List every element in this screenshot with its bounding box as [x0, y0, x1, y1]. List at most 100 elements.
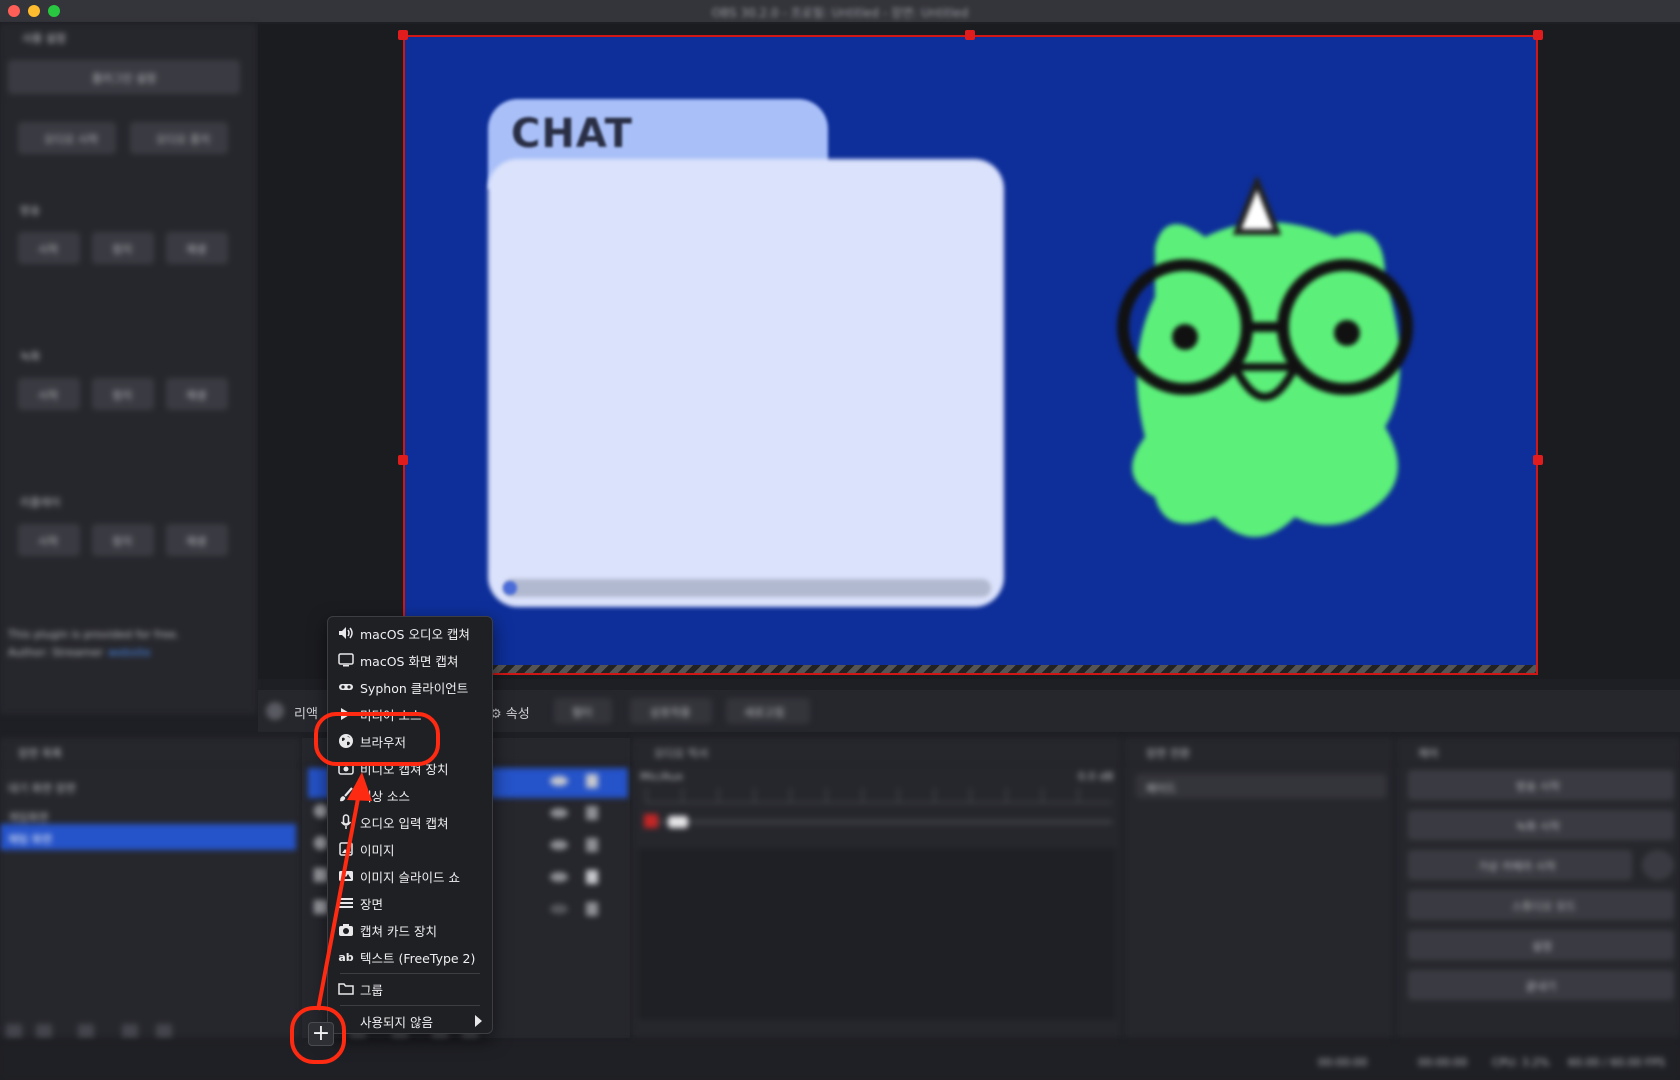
properties-button[interactable]: ⚙ 속성	[490, 703, 530, 722]
menu-item-image[interactable]: 이미지	[332, 836, 488, 862]
settings-button[interactable]: 설정	[1408, 930, 1674, 960]
audio-stop-label: 오디오 중지	[156, 133, 211, 146]
virtual-camera-settings-button[interactable]	[1642, 850, 1674, 880]
menu-item-color-source[interactable]: 색상 소스	[332, 782, 488, 808]
menu-item-browser[interactable]: 브라우저	[332, 728, 488, 754]
image-icon	[332, 842, 360, 856]
scene-remove-button[interactable]	[36, 1024, 52, 1038]
menu-item-label: 텍스트 (FreeType 2)	[360, 950, 476, 966]
replay-start-button[interactable]: 시작	[18, 524, 80, 556]
camera-icon	[332, 761, 360, 775]
replay-play-label: 재생	[186, 535, 207, 548]
mascot-image	[1117, 177, 1413, 537]
broadcast-play-button[interactable]: 재생	[166, 232, 228, 264]
start-recording-button[interactable]: 녹화 시작	[1408, 810, 1674, 840]
preview-canvas[interactable]: CHAT	[403, 35, 1538, 675]
plugin-footer-link[interactable]: website	[108, 646, 151, 659]
source-lock-icon[interactable]	[586, 838, 598, 852]
source-lock-icon[interactable]	[586, 806, 598, 820]
filters-button[interactable]: 필터	[554, 698, 612, 724]
source-toolbar-label: 리액	[294, 707, 318, 722]
scene-move-down-button[interactable]	[156, 1024, 172, 1038]
filters-label: 필터	[572, 706, 593, 719]
source-visibility-eye-icon[interactable]	[550, 872, 568, 882]
record-play-label: 재생	[186, 389, 207, 402]
group-label-record: 녹화	[20, 350, 41, 363]
record-play-button[interactable]: 재생	[166, 378, 228, 410]
record-start-button[interactable]: 시작	[18, 378, 80, 410]
audio-start-label: 오디오 시작	[44, 133, 99, 146]
audio-start-button[interactable]: 오디오 시작	[18, 122, 116, 154]
menu-item-media-source[interactable]: 미디어 소스	[332, 701, 488, 727]
exit-button[interactable]: 끝내기	[1408, 970, 1674, 1000]
audio-volume-slider[interactable]	[646, 820, 1112, 824]
source-visibility-eye-icon[interactable]	[550, 776, 568, 786]
studio-mode-button[interactable]: 스튜디오 모드	[1408, 890, 1674, 920]
source-visibility-eye-icon[interactable]	[550, 840, 568, 850]
transition-select[interactable]: 페이드	[1136, 774, 1386, 798]
source-item[interactable]	[314, 804, 328, 818]
broadcast-start-button[interactable]: 시작	[18, 232, 80, 264]
scene-item[interactable]: 게임화면	[8, 809, 48, 825]
broadcast-stop-button[interactable]: 정지	[92, 232, 154, 264]
scene-filter-button[interactable]	[78, 1024, 94, 1038]
folder-icon	[332, 982, 360, 996]
audio-mixer-dock: 오디오 믹서 Mic/Aux 0.0 dB	[632, 738, 1122, 1038]
menu-item-deprecated[interactable]: 사용되지 않음	[332, 1008, 488, 1034]
status-fps: 60.00 / 60.00 FPS	[1568, 1056, 1666, 1069]
source-lock-icon[interactable]	[586, 774, 598, 788]
interact-button[interactable]: 상호작용	[630, 698, 712, 724]
audio-mute-icon[interactable]	[644, 814, 658, 828]
audio-slider-knob[interactable]	[668, 816, 688, 828]
menu-item-label: macOS 오디오 캡쳐	[360, 626, 470, 642]
scene-item-selected-label: 채팅 화면	[8, 833, 52, 846]
record-start-label: 시작	[38, 389, 59, 402]
source-lock-icon[interactable]	[586, 902, 598, 916]
resize-handle-tr[interactable]	[1533, 30, 1543, 40]
audio-track-name: Mic/Aux	[640, 770, 684, 783]
menu-item-image-slideshow[interactable]: 이미지 슬라이드 쇼	[332, 863, 488, 889]
menu-item-capture-card-device[interactable]: 캡쳐 카드 장치	[332, 917, 488, 943]
start-streaming-button[interactable]: 방송 시작	[1408, 770, 1674, 800]
source-item[interactable]	[314, 836, 328, 850]
resize-handle-mr[interactable]	[1533, 455, 1543, 465]
refresh-button[interactable]: 새로고침	[726, 698, 810, 724]
scene-add-button[interactable]	[6, 1024, 22, 1038]
menu-item-macos-audio-capture[interactable]: macOS 오디오 캡쳐	[332, 620, 488, 646]
menu-item-label: 이미지 슬라이드 쇼	[360, 869, 460, 885]
source-lock-icon[interactable]	[586, 870, 598, 884]
source-visibility-eye-icon[interactable]	[550, 904, 568, 914]
menu-item-text-freetype[interactable]: ab 텍스트 (FreeType 2)	[332, 944, 488, 970]
menu-item-video-capture-device[interactable]: 비디오 캡쳐 장치	[332, 755, 488, 781]
globe-icon	[332, 733, 360, 749]
replay-play-button[interactable]: 재생	[166, 524, 228, 556]
menu-item-macos-screen-capture[interactable]: macOS 화면 캡쳐	[332, 647, 488, 673]
source-item[interactable]	[314, 868, 328, 882]
scene-move-up-button[interactable]	[122, 1024, 138, 1038]
menu-item-scene[interactable]: 장면	[332, 890, 488, 916]
menu-item-label: 색상 소스	[360, 788, 410, 804]
replay-stop-button[interactable]: 정지	[92, 524, 154, 556]
resize-handle-tl[interactable]	[398, 30, 408, 40]
scene-item-selected[interactable]: 채팅 화면	[0, 824, 296, 850]
menu-item-deprecated-label: 사용되지 않음	[360, 1014, 433, 1030]
scenes-dock-title: 장면 목록	[18, 747, 62, 760]
menu-item-group[interactable]: 그룹	[332, 976, 488, 1002]
scene-item[interactable]: 대기 화면 장면	[8, 780, 76, 796]
add-source-button[interactable]: +	[308, 1022, 334, 1046]
audio-meter	[646, 788, 1112, 803]
resize-handle-tm[interactable]	[965, 30, 975, 40]
resize-handle-ml[interactable]	[398, 455, 408, 465]
menu-item-audio-input-capture[interactable]: 오디오 입력 캡쳐	[332, 809, 488, 835]
source-visibility-eye-icon[interactable]	[550, 808, 568, 818]
start-virtual-camera-button[interactable]: 가상 카메라 시작	[1408, 850, 1632, 880]
canvas-edge-stripe	[405, 665, 1536, 673]
transition-dock-title: 장면 전환	[1146, 747, 1190, 760]
source-item[interactable]	[314, 900, 328, 914]
mascot-eye-right	[1334, 320, 1360, 346]
chat-input-bar	[503, 579, 991, 597]
audio-stop-button[interactable]: 오디오 중지	[130, 122, 228, 154]
record-stop-button[interactable]: 정지	[92, 378, 154, 410]
menu-item-syphon-client[interactable]: Syphon 클라이언트	[332, 674, 488, 700]
plugin-settings-button[interactable]: 플러그인 설정	[8, 60, 240, 94]
